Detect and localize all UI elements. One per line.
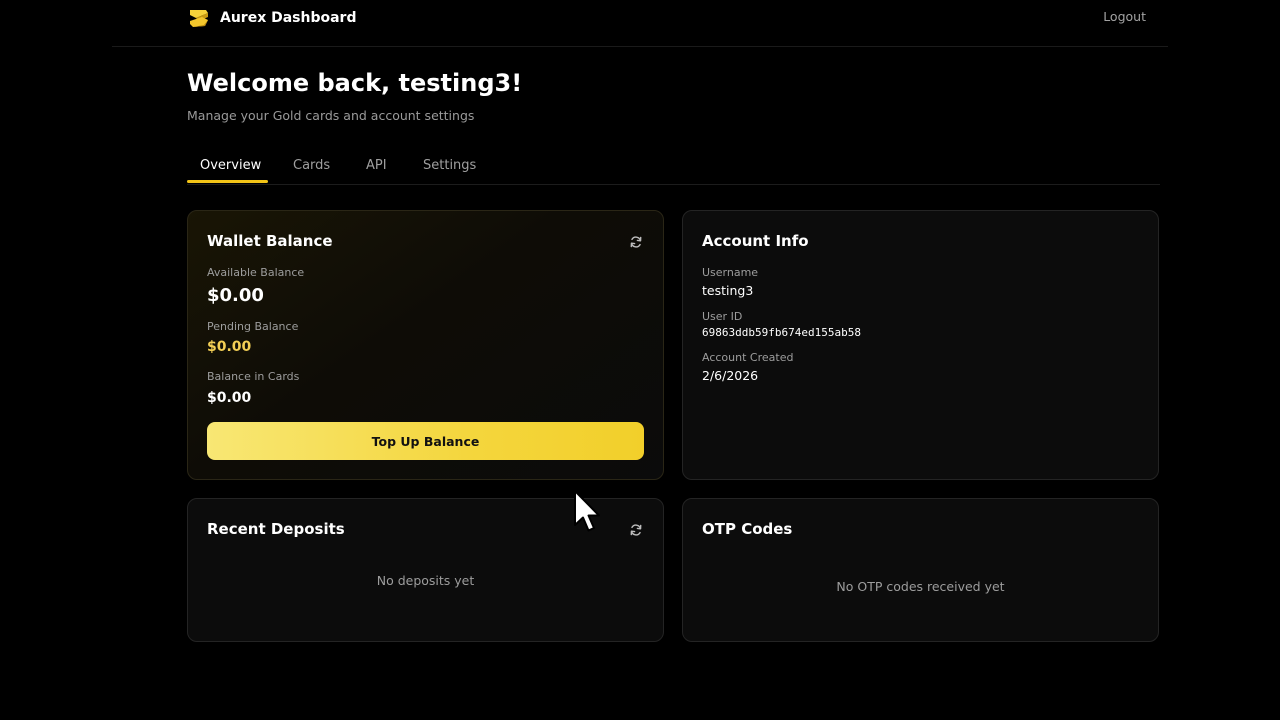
available-balance-label: Available Balance [207, 266, 305, 279]
user-id-value: 69863ddb59fb674ed155ab58 [702, 326, 861, 339]
aurex-logo-icon [190, 10, 208, 27]
tab-api[interactable]: API [366, 158, 387, 173]
no-deposits-message: No deposits yet [376, 573, 475, 588]
page-title: Welcome back, testing3! [187, 69, 523, 97]
account-info-card: Account Info Username testing3 User ID 6… [682, 210, 1159, 480]
refresh-icon[interactable] [629, 523, 643, 537]
tab-bar: Overview Cards API Settings [187, 150, 1160, 185]
pending-balance-label: Pending Balance [207, 320, 299, 333]
brand[interactable]: Aurex Dashboard [187, 5, 357, 31]
brand-name: Aurex Dashboard [220, 10, 357, 26]
username-label: Username [702, 266, 759, 279]
dashboard-page: Aurex Dashboard Logout Welcome back, tes… [0, 0, 1280, 720]
cards-balance-value: $0.00 [207, 390, 252, 406]
page-subtitle: Manage your Gold cards and account setti… [187, 108, 475, 123]
username-value: testing3 [702, 283, 754, 298]
active-tab-indicator [187, 180, 268, 183]
tab-cards[interactable]: Cards [293, 158, 330, 173]
tab-settings[interactable]: Settings [423, 158, 476, 173]
tab-overview[interactable]: Overview [200, 158, 261, 173]
account-created-value: 2/6/2026 [702, 368, 759, 383]
no-otp-codes-message: No OTP codes received yet [836, 579, 1005, 594]
recent-deposits-title: Recent Deposits [207, 520, 345, 538]
account-info-title: Account Info [702, 232, 809, 250]
top-up-balance-button[interactable]: Top Up Balance [207, 422, 644, 460]
recent-deposits-card: Recent Deposits No deposits yet [187, 498, 664, 642]
wallet-balance-title: Wallet Balance [207, 232, 333, 250]
available-balance-value: $0.00 [207, 285, 264, 306]
wallet-balance-card: Wallet Balance Available Balance $0.00 P… [187, 210, 664, 480]
otp-codes-title: OTP Codes [702, 520, 793, 538]
account-created-label: Account Created [702, 351, 794, 364]
otp-codes-card: OTP Codes No OTP codes received yet [682, 498, 1159, 642]
top-navigation-bar: Aurex Dashboard Logout [112, 0, 1168, 47]
logout-link[interactable]: Logout [1103, 9, 1146, 24]
pending-balance-value: $0.00 [207, 339, 252, 355]
refresh-icon[interactable] [629, 235, 643, 249]
user-id-label: User ID [702, 310, 743, 323]
cards-balance-label: Balance in Cards [207, 370, 300, 383]
